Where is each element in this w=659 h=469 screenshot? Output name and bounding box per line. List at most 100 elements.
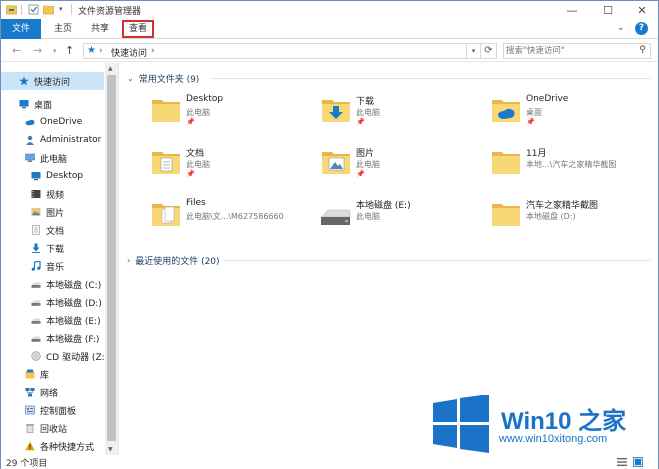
folder-tile[interactable]: Desktop 此电脑 📌 xyxy=(149,93,319,139)
breadcrumb-separator[interactable]: › xyxy=(151,46,155,56)
ribbon-expand-icon[interactable]: ⌄ xyxy=(617,23,625,33)
nav-item-label: 本地磁盘 (D:) xyxy=(46,298,102,309)
nav-item[interactable]: 本地磁盘 (D:) xyxy=(1,293,104,311)
folder-icon xyxy=(492,152,520,174)
status-bar: 29 个项目 xyxy=(1,455,658,469)
nav-item[interactable]: 快速访问 xyxy=(1,72,104,90)
folder-tile[interactable]: OneDrive 桌面 📌 xyxy=(489,93,659,139)
minimize-button[interactable]: — xyxy=(557,1,587,19)
tile-location: 此电脑 xyxy=(356,212,380,221)
nav-item[interactable]: Desktop xyxy=(1,167,104,185)
collapse-chevron-icon[interactable]: ⌄ xyxy=(127,74,134,83)
nav-item-label: 网络 xyxy=(40,388,59,399)
nav-item[interactable]: 网络 xyxy=(1,383,104,401)
nav-item[interactable]: 本地磁盘 (C:) xyxy=(1,275,104,293)
refresh-button[interactable]: ⟳ xyxy=(481,43,497,59)
nav-item[interactable]: 桌面 xyxy=(1,95,104,113)
onedrive-folder-icon xyxy=(492,100,520,122)
pin-icon[interactable]: 📌 xyxy=(186,170,195,178)
pictures-icon xyxy=(31,208,41,216)
nav-item-label: 音乐 xyxy=(46,262,65,273)
address-bar[interactable]: ★ › 快速访问 › xyxy=(83,43,467,59)
nav-item[interactable]: 库 xyxy=(1,365,104,383)
tile-location: 此电脑\文...\M627586660 xyxy=(186,212,284,221)
back-button[interactable]: ← xyxy=(12,44,21,57)
tab-view[interactable]: 查看 xyxy=(122,20,154,38)
frequent-folders-header[interactable]: ⌄ 常用文件夹 (9) xyxy=(127,72,199,85)
tile-location: 此电脑 xyxy=(356,160,380,169)
pin-icon[interactable]: 📌 xyxy=(356,118,365,126)
nav-item-label: 库 xyxy=(40,370,50,381)
folder-tile[interactable]: 汽车之家精华截图 本地磁盘 (D:) xyxy=(489,197,659,243)
nav-item-label: 视频 xyxy=(46,190,65,201)
item-count: 29 个项目 xyxy=(6,459,48,469)
nav-item-label: 本地磁盘 (E:) xyxy=(46,316,101,327)
nav-item-label: Desktop xyxy=(46,171,84,181)
nav-item[interactable]: 音乐 xyxy=(1,257,104,275)
drive-icon xyxy=(31,282,41,288)
nav-item[interactable]: Administrator xyxy=(1,131,104,149)
scroll-down-icon[interactable]: ▼ xyxy=(108,446,113,453)
drive-icon xyxy=(31,336,41,342)
help-icon[interactable]: ? xyxy=(635,22,648,35)
nav-item[interactable]: 本地磁盘 (E:) xyxy=(1,311,104,329)
folder-tile[interactable]: 11月 本地...\汽车之家精华截图 xyxy=(489,145,659,191)
expand-chevron-icon[interactable]: › xyxy=(127,256,130,265)
app-icon[interactable] xyxy=(6,4,17,15)
breadcrumb-separator[interactable]: › xyxy=(99,46,103,56)
search-box[interactable]: ⚲ xyxy=(503,43,651,59)
tile-name: Desktop xyxy=(186,94,224,104)
nav-item[interactable]: CD 驱动器 (Z:) xyxy=(1,347,108,365)
navigation-scrollbar[interactable]: ▲ ▼ xyxy=(105,63,118,455)
up-button[interactable]: ↑ xyxy=(65,44,74,57)
nav-item[interactable]: 本地磁盘 (F:) xyxy=(1,329,104,347)
nav-item[interactable]: 此电脑 xyxy=(1,149,104,167)
nav-item-label: 下载 xyxy=(46,244,65,255)
drive-icon xyxy=(321,209,351,225)
details-view-icon[interactable] xyxy=(617,457,627,467)
forward-button[interactable]: → xyxy=(33,44,42,57)
properties-icon[interactable] xyxy=(28,4,39,15)
folder-tile[interactable]: 图片 此电脑 📌 xyxy=(319,145,489,191)
nav-item[interactable]: 文档 xyxy=(1,221,104,239)
star-icon xyxy=(19,76,29,86)
nav-item[interactable]: 控制面板 xyxy=(1,401,104,419)
tab-home[interactable]: 主页 xyxy=(48,20,78,38)
tab-share[interactable]: 共享 xyxy=(85,20,115,38)
scroll-thumb[interactable] xyxy=(107,75,116,441)
search-input[interactable] xyxy=(506,45,630,57)
title-separator xyxy=(21,4,22,15)
pin-icon[interactable]: 📌 xyxy=(526,118,535,126)
pin-icon[interactable]: 📌 xyxy=(186,118,195,126)
folder-tile[interactable]: 本地磁盘 (E:) 此电脑 xyxy=(319,197,489,243)
tile-name: 图片 xyxy=(356,149,375,159)
tile-name: 汽车之家精华截图 xyxy=(526,201,599,211)
recent-files-header[interactable]: › 最近使用的文件 (20) xyxy=(127,254,220,267)
desktop-icon xyxy=(19,100,29,109)
nav-item[interactable]: 下载 xyxy=(1,239,104,257)
frequent-folders-title: 常用文件夹 (9) xyxy=(138,75,200,85)
address-dropdown-button[interactable]: ▾ xyxy=(467,43,481,59)
nav-item[interactable]: 图片 xyxy=(1,203,104,221)
search-icon[interactable]: ⚲ xyxy=(639,45,646,55)
tab-file[interactable]: 文件 xyxy=(1,19,41,39)
pin-icon[interactable]: 📌 xyxy=(356,170,365,178)
scroll-up-icon[interactable]: ▲ xyxy=(108,65,113,72)
folder-tile[interactable]: 文档 此电脑 📌 xyxy=(149,145,319,191)
large-icons-view-icon[interactable] xyxy=(633,457,643,467)
quick-access-dropdown-icon[interactable]: ▾ xyxy=(59,5,70,16)
recent-locations-button[interactable]: ▾ xyxy=(53,47,57,55)
nav-item[interactable]: 视频 xyxy=(1,185,104,203)
new-folder-icon[interactable] xyxy=(43,4,54,15)
nav-item[interactable]: 各种快捷方式 xyxy=(1,437,104,455)
tile-name: 11月 xyxy=(526,149,547,159)
breadcrumb-quick-access[interactable]: 快速访问 xyxy=(111,46,147,59)
nav-item[interactable]: OneDrive xyxy=(1,113,104,131)
maximize-button[interactable]: ☐ xyxy=(593,1,623,19)
folder-tile[interactable]: Files 此电脑\文...\M627586660 xyxy=(149,197,319,243)
close-button[interactable]: ✕ xyxy=(627,1,657,19)
nav-item[interactable]: 回收站 xyxy=(1,419,104,437)
folder-icon xyxy=(152,100,180,122)
folder-tile[interactable]: 下载 此电脑 📌 xyxy=(319,93,489,139)
windows-logo-icon xyxy=(433,395,489,453)
